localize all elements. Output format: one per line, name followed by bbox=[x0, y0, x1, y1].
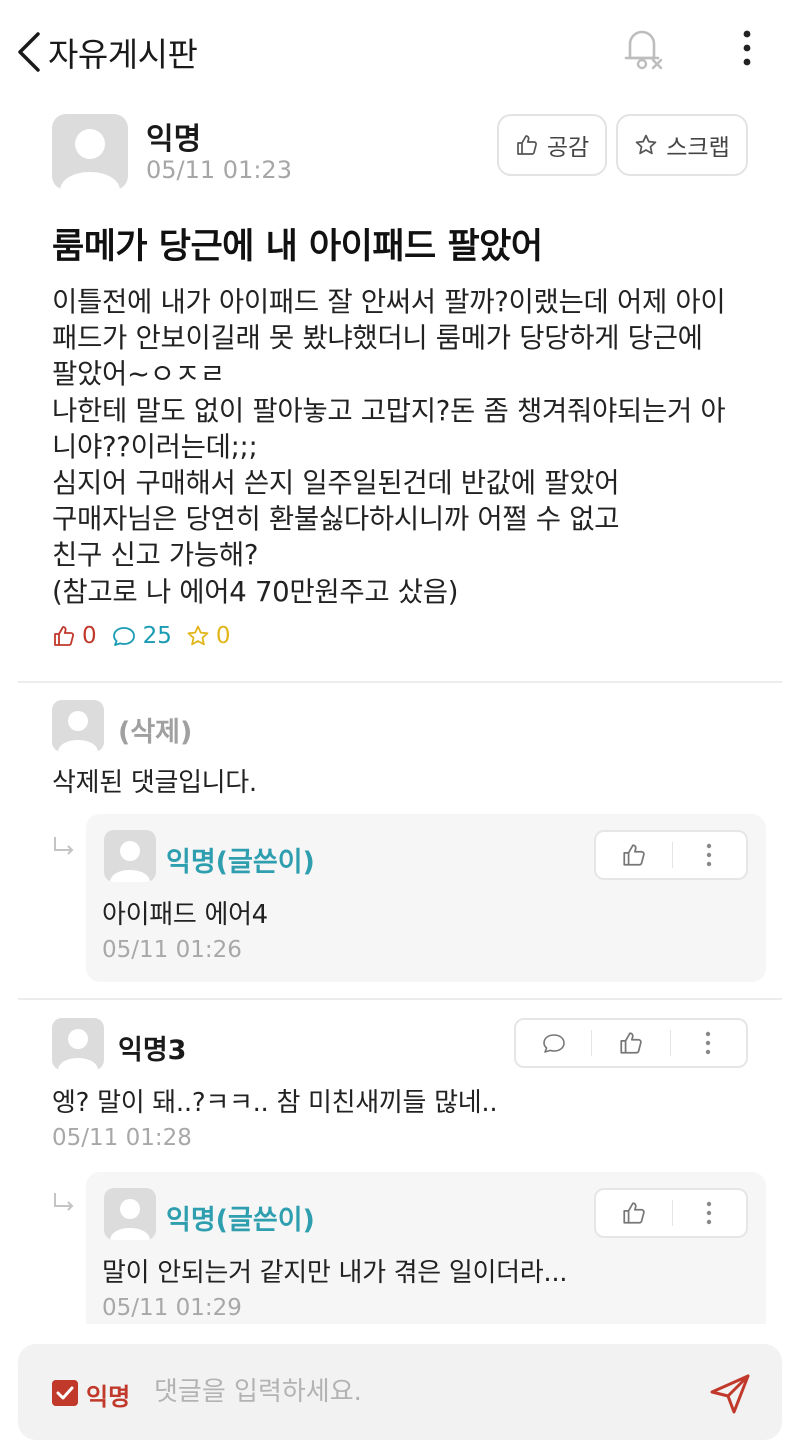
thumbs-up-icon bbox=[54, 626, 75, 646]
post-body-line: 팔았어~ㅇㅈㄹ bbox=[52, 358, 225, 391]
post-body-line: 니야??이러는데;;; bbox=[52, 430, 258, 463]
back-chevron-icon[interactable] bbox=[14, 30, 44, 74]
like-comment-button[interactable] bbox=[596, 832, 672, 878]
post-body-line: 친구 신고 가능해? bbox=[52, 539, 259, 572]
post-body-line: 심지어 구매해서 쓴지 일주일된건데 반값에 팔았어 bbox=[52, 466, 620, 499]
send-icon[interactable] bbox=[708, 1372, 752, 1416]
post-time: 05/11 01:23 bbox=[146, 156, 292, 184]
post-body-line: 패드가 안보이길래 못 봤냐했더니 룸메가 당당하게 당근에 bbox=[52, 322, 703, 355]
reply-actions bbox=[594, 1188, 748, 1238]
board-title: 자유게시판 bbox=[48, 35, 198, 74]
reply-comment: 익명(글쓴이) 아이패드 에어4 05/11 01:26 bbox=[86, 814, 766, 982]
like-button[interactable]: 공감 bbox=[497, 114, 607, 176]
more-vertical-icon bbox=[707, 1201, 712, 1225]
star-icon bbox=[635, 134, 657, 155]
reply-comment: 익명(글쓴이) 말이 안되는거 같지만 내가 겪은 일이더라... 05/11 … bbox=[86, 1172, 766, 1324]
reply-text: 말이 안되는거 같지만 내가 겪은 일이더라... bbox=[102, 1258, 568, 1288]
comment-count-value: 25 bbox=[142, 623, 172, 649]
comment-text: 엥? 말이 돼..?ㅋㅋ.. 참 미친새끼들 많네.. bbox=[52, 1088, 498, 1118]
reply-arrow-icon bbox=[54, 1193, 74, 1211]
comment-author: 익명3 bbox=[118, 1035, 187, 1066]
reply-actions bbox=[594, 830, 748, 880]
post-title: 룸메가 당근에 내 아이패드 팔았어 bbox=[52, 227, 543, 267]
comment-more-button[interactable] bbox=[673, 832, 747, 878]
comment-input-bar: 익명 bbox=[18, 1344, 782, 1440]
more-vertical-icon bbox=[706, 1031, 711, 1055]
comment-count: 25 bbox=[111, 623, 172, 649]
scrap-count-value: 0 bbox=[215, 623, 231, 649]
avatar bbox=[52, 700, 104, 752]
more-vertical-icon[interactable] bbox=[734, 28, 760, 68]
like-count: 0 bbox=[52, 623, 97, 649]
speech-bubble-icon bbox=[112, 627, 135, 646]
star-icon bbox=[187, 625, 209, 646]
post-stats: 0 25 0 bbox=[52, 620, 245, 652]
reply-author: 익명(글쓴이) bbox=[166, 1205, 315, 1236]
comment-actions bbox=[514, 1018, 748, 1068]
like-comment-button[interactable] bbox=[596, 1190, 672, 1236]
like-button-label: 공감 bbox=[546, 135, 590, 161]
anonymous-checkbox[interactable] bbox=[52, 1380, 78, 1406]
avatar bbox=[104, 830, 156, 882]
thumbs-up-icon bbox=[516, 135, 537, 155]
comment-author: (삭제) bbox=[118, 717, 193, 748]
reply-arrow-icon bbox=[54, 837, 74, 855]
avatar bbox=[104, 1188, 156, 1240]
reply-text: 아이패드 에어4 bbox=[102, 900, 268, 930]
top-bar: 자유게시판 bbox=[0, 0, 800, 100]
post-body: 이틀전에 내가 아이패드 잘 안써서 팔까?이랬는데 어제 아이 패드가 안보이… bbox=[52, 284, 772, 610]
comment-time: 05/11 01:28 bbox=[52, 1125, 192, 1151]
post-body-line: 이틀전에 내가 아이패드 잘 안써서 팔까?이랬는데 어제 아이 bbox=[52, 286, 726, 318]
scrap-count: 0 bbox=[186, 623, 231, 649]
comment-more-button[interactable] bbox=[673, 1190, 747, 1236]
reply-time: 05/11 01:29 bbox=[102, 1295, 242, 1321]
avatar bbox=[52, 1018, 104, 1070]
anonymous-label[interactable]: 익명 bbox=[86, 1377, 130, 1412]
avatar bbox=[52, 114, 128, 190]
comment-text: 삭제된 댓글입니다. bbox=[52, 768, 257, 798]
post-body-line: (참고로 나 에어4 70만원주고 샀음) bbox=[52, 575, 459, 608]
more-vertical-icon bbox=[707, 843, 712, 867]
scrap-button-label: 스크랩 bbox=[666, 135, 730, 161]
bell-off-icon[interactable] bbox=[622, 24, 668, 72]
scrap-button[interactable]: 스크랩 bbox=[616, 114, 748, 176]
reply-time: 05/11 01:26 bbox=[102, 937, 242, 963]
speech-bubble-icon bbox=[542, 1034, 565, 1053]
post-author: 익명 bbox=[146, 122, 202, 157]
post-body-line: 구매자님은 당연히 환불싫다하시니까 어쩔 수 없고 bbox=[52, 503, 620, 536]
reply-author: 익명(글쓴이) bbox=[166, 847, 315, 878]
like-comment-button[interactable] bbox=[592, 1020, 669, 1066]
reply-button[interactable] bbox=[516, 1020, 591, 1066]
like-count-value: 0 bbox=[82, 623, 97, 649]
divider bbox=[18, 998, 782, 1000]
thumbs-up-icon bbox=[623, 1202, 645, 1224]
thumbs-up-icon bbox=[623, 844, 645, 866]
post-body-line: 나한테 말도 없이 팔아놓고 고맙지?돈 좀 챙겨줘야되는거 아 bbox=[52, 394, 726, 427]
thumbs-up-icon bbox=[620, 1032, 642, 1054]
divider bbox=[18, 681, 782, 683]
comment-input[interactable] bbox=[154, 1370, 674, 1414]
comment-more-button[interactable] bbox=[671, 1020, 746, 1066]
